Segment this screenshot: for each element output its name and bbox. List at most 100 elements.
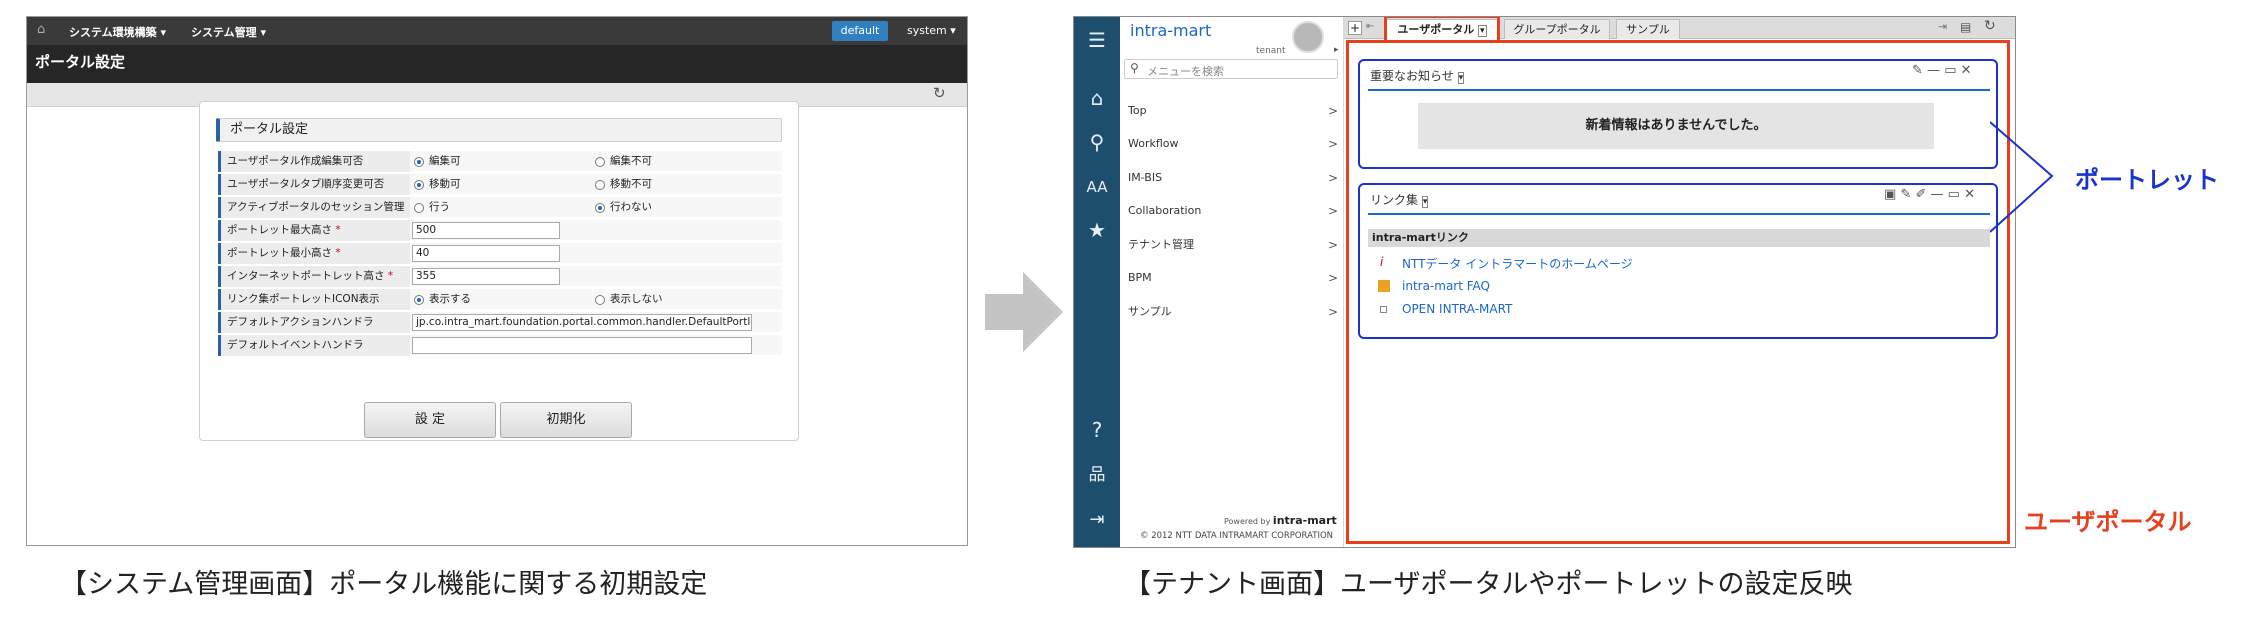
portal-area: + ⇤ ユーザポータル ▾ グループポータル サンプル ⇥ ▤ ↻ 重要なお知ら… — [1344, 17, 2015, 547]
news-message: 新着情報はありませんでした。 — [1418, 103, 1934, 149]
menu-item[interactable]: IM-BIS > — [1128, 168, 1338, 188]
chevron-right-icon: > — [1327, 271, 1338, 285]
pin-icon[interactable]: ✐ — [1915, 187, 1926, 202]
row-value: 移動可 移動不可 — [410, 174, 782, 195]
internet-height-input[interactable]: 355 — [412, 268, 560, 285]
font-size-icon[interactable]: AA — [1074, 172, 1120, 202]
expand-icon[interactable]: ▸ — [1334, 45, 1339, 55]
link-homepage[interactable]: NTTデータ イントラマートのホームページ — [1402, 255, 1633, 272]
refresh-icon[interactable]: ↻ — [933, 84, 946, 102]
radio-option[interactable]: 移動不可 — [595, 174, 652, 196]
menu-item-label: Collaboration — [1128, 204, 1202, 217]
radio-option[interactable]: 行う — [414, 197, 450, 219]
row-value: 行う 行わない — [410, 197, 782, 218]
submit-button[interactable]: 設 定 — [364, 402, 496, 438]
row-label: ポートレット最小高さ * — [218, 243, 410, 264]
user-portal-tab-highlight — [1384, 17, 1500, 41]
row-label: ユーザポータルタブ順序変更可否 — [218, 174, 410, 195]
row-value: 40 — [410, 243, 782, 264]
row-value: 編集可 編集不可 — [410, 151, 782, 172]
star-icon[interactable]: ★ — [1074, 215, 1120, 245]
link-faq[interactable]: intra-mart FAQ — [1402, 279, 1490, 293]
radio-option[interactable]: 表示しない — [595, 289, 663, 311]
copyright: © 2012 NTT DATA INTRAMART CORPORATION — [1140, 531, 1334, 541]
menu-item[interactable]: BPM > — [1128, 268, 1338, 288]
menu-item-label: サンプル — [1128, 305, 1172, 318]
menu-item[interactable]: サンプル > — [1128, 302, 1338, 322]
radio-option[interactable]: 編集可 — [414, 151, 461, 173]
menu-item[interactable]: Collaboration > — [1128, 201, 1338, 221]
tab-group-portal[interactable]: グループポータル — [1504, 19, 1610, 39]
reset-button[interactable]: 初期化 — [500, 402, 632, 438]
powered-by-text: Powered by — [1224, 517, 1271, 526]
theme-button[interactable]: default — [832, 21, 888, 41]
menu-label: システム環境構築 — [69, 26, 157, 39]
user-portal-callout-label: ユーザポータル — [2024, 508, 2192, 536]
radio-icon — [595, 294, 605, 305]
chevron-right-icon: > — [1327, 171, 1338, 185]
radio-option[interactable]: 表示する — [414, 289, 471, 311]
menu-item[interactable]: Top > — [1128, 101, 1338, 121]
radio-icon — [595, 156, 605, 167]
row-value: jp.co.intra_mart.foundation.portal.commo… — [410, 312, 782, 333]
refresh-icon[interactable]: ↻ — [1984, 18, 1996, 34]
expand-icon[interactable]: ⇥ — [1938, 20, 1947, 33]
home-icon[interactable]: ⌂ — [1074, 83, 1120, 113]
menu-item[interactable]: テナント管理 > — [1128, 235, 1338, 255]
edit-icon[interactable]: ✎ — [1900, 187, 1911, 202]
maximize-icon[interactable]: ▭ — [1944, 63, 1956, 78]
portlet-title-text: 重要なお知らせ — [1370, 69, 1454, 83]
faq-icon — [1378, 280, 1390, 292]
portlet-controls: ▣ ✎ ✐ — ▭ ✕ — [1884, 187, 1975, 202]
option-label: 表示する — [429, 293, 471, 305]
system-admin-screen: ⌂ システム環境構築 ▾ システム管理 ▾ default system ▾ ポ… — [26, 16, 968, 546]
minimize-icon[interactable]: — — [1927, 63, 1940, 78]
bullet-icon — [1380, 306, 1387, 313]
menu-system-admin[interactable]: システム管理 ▾ — [191, 24, 266, 40]
logout-icon[interactable]: ⇥ — [1074, 505, 1120, 535]
max-height-input[interactable]: 500 — [412, 222, 560, 239]
menu-search[interactable]: ⚲ メニューを検索 — [1124, 59, 1338, 79]
hamburger-icon[interactable]: ☰ — [1074, 25, 1120, 55]
link-open-intramart[interactable]: OPEN INTRA-MART — [1402, 302, 1512, 316]
help-icon[interactable]: ? — [1074, 415, 1120, 445]
arrow-right-icon — [985, 272, 1063, 352]
row-label: ユーザポータル作成編集可否 — [218, 151, 410, 172]
portlet-callout-label: ポートレット — [2075, 166, 2219, 194]
dropdown-icon[interactable]: ▾ — [1457, 72, 1465, 84]
portlet-controls: ✎ — ▭ ✕ — [1912, 63, 1972, 78]
layout-icon[interactable]: ▤ — [1960, 20, 1971, 34]
menu-item-label: Workflow — [1128, 137, 1179, 150]
close-icon[interactable]: ✕ — [1961, 63, 1972, 78]
tab-sample[interactable]: サンプル — [1616, 19, 1680, 39]
radio-icon — [595, 179, 605, 190]
radio-icon — [414, 202, 424, 213]
row-label: デフォルトアクションハンドラ — [218, 312, 410, 333]
dropdown-icon[interactable]: ▾ — [1421, 196, 1429, 208]
pin-icon[interactable]: ✎ — [1912, 63, 1923, 78]
menu-system-env[interactable]: システム環境構築 ▾ — [69, 24, 166, 40]
menu-item[interactable]: Workflow > — [1128, 134, 1338, 154]
avatar[interactable] — [1292, 21, 1324, 53]
brand-logo: intra-mart — [1130, 21, 1212, 40]
search-icon[interactable]: ⚲ — [1074, 127, 1120, 157]
chevron-right-icon: > — [1327, 137, 1338, 151]
add-tab-icon[interactable]: + — [1348, 21, 1362, 35]
radio-option[interactable]: 行わない — [595, 197, 652, 219]
min-height-input[interactable]: 40 — [412, 245, 560, 262]
view-icon[interactable]: ▣ — [1884, 187, 1896, 202]
user-menu[interactable]: system ▾ — [907, 24, 956, 37]
event-handler-input[interactable] — [412, 337, 752, 354]
action-handler-input[interactable]: jp.co.intra_mart.foundation.portal.commo… — [412, 314, 752, 331]
collapse-icon[interactable]: ⇤ — [1366, 21, 1374, 32]
maximize-icon[interactable]: ▭ — [1948, 187, 1960, 202]
chevron-right-icon: > — [1327, 104, 1338, 118]
menu-item-label: IM-BIS — [1128, 171, 1163, 184]
radio-option[interactable]: 編集不可 — [595, 151, 652, 173]
radio-option[interactable]: 移動可 — [414, 174, 461, 196]
panel-title: ポータル設定 — [216, 118, 782, 142]
home-icon[interactable]: ⌂ — [37, 22, 45, 37]
sitemap-icon[interactable]: 品 — [1074, 460, 1120, 490]
minimize-icon[interactable]: — — [1931, 187, 1944, 202]
close-icon[interactable]: ✕ — [1964, 187, 1975, 202]
